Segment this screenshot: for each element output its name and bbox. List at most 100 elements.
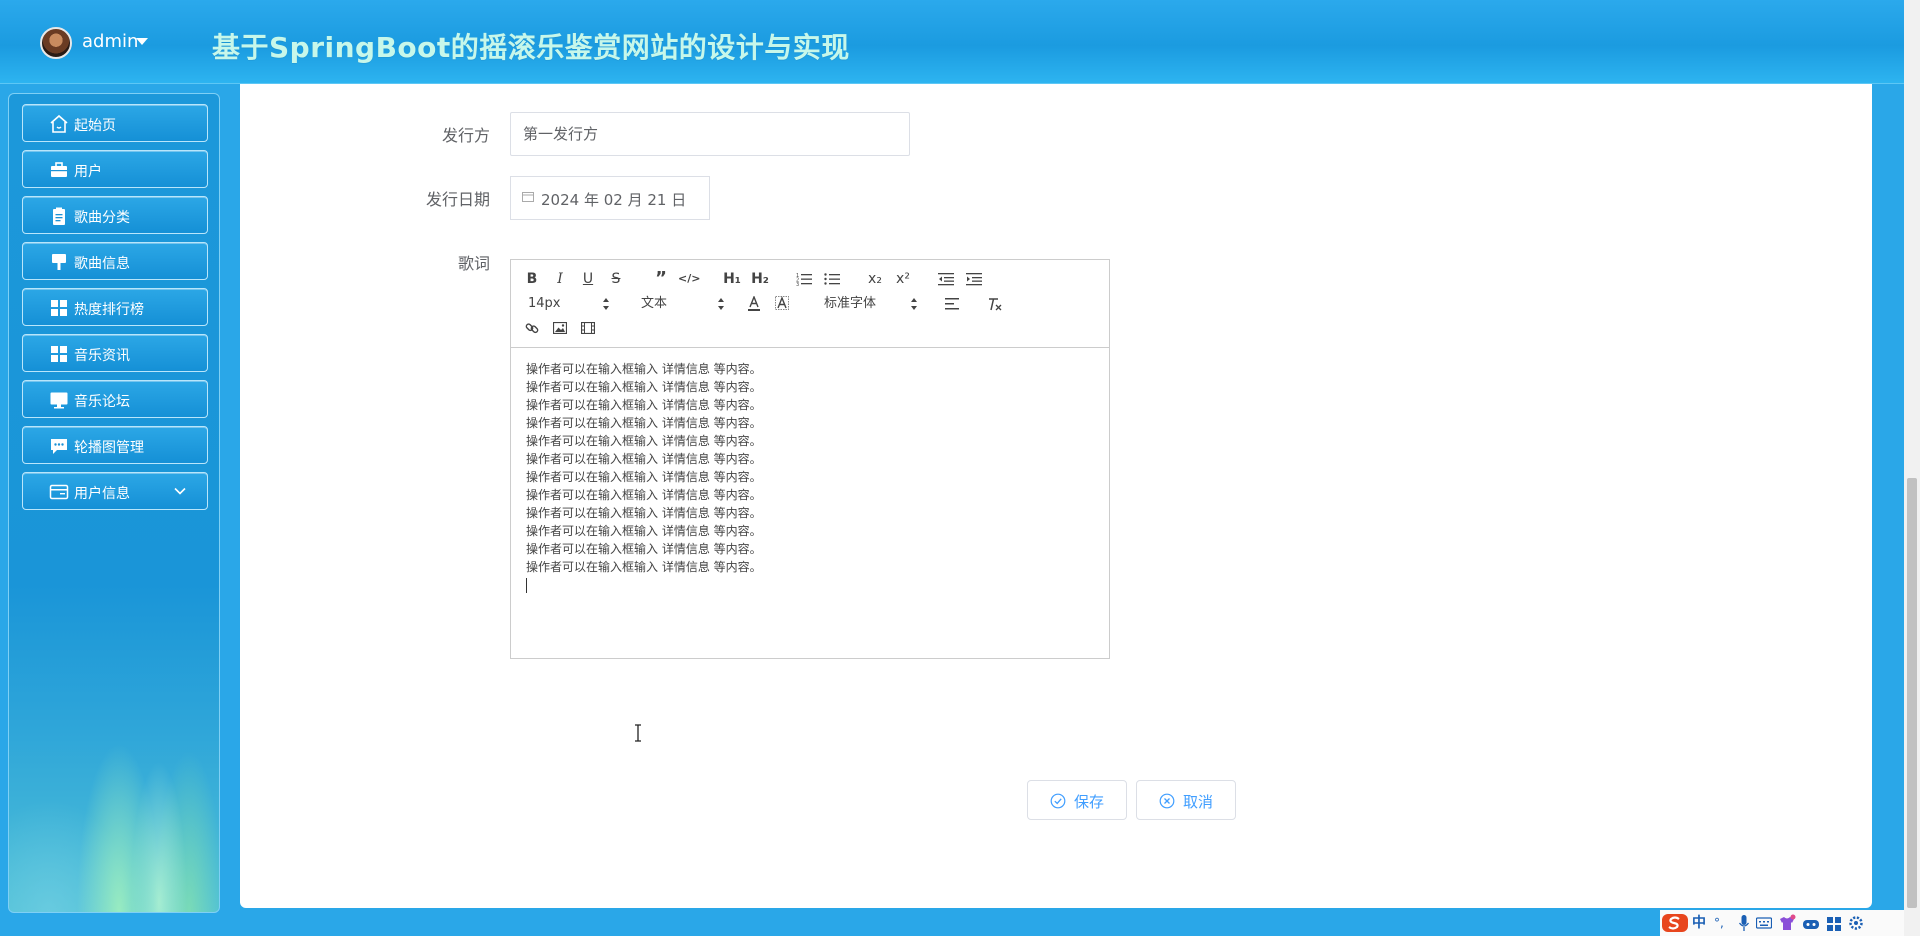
video-icon <box>580 321 596 335</box>
lyrics-label: 歌词 <box>457 254 490 273</box>
sidebar-item-label: 热度排行榜 <box>74 302 144 318</box>
ime-toolbar: 中 °, <box>1660 910 1904 936</box>
strikethrough-button[interactable]: S <box>605 268 627 290</box>
code-block-button[interactable]: </> <box>678 268 700 290</box>
calendar-icon <box>522 192 534 202</box>
font-color-icon <box>748 295 760 311</box>
lyrics-rich-editor: B I U S ” </> H₁ H₂ 123 x₂ x² 14px 文本 标准… <box>510 259 1110 659</box>
sidebar-item-song-category[interactable]: 歌曲分类 <box>22 196 208 234</box>
settings-gear-icon[interactable] <box>1848 914 1864 932</box>
release-date-value: 2024 年 02 月 21 日 <box>541 191 687 209</box>
link-button[interactable] <box>521 317 543 339</box>
blockquote-button[interactable]: ” <box>650 268 672 290</box>
keyboard-icon[interactable] <box>1756 914 1772 932</box>
sidebar-item-music-forum[interactable]: 音乐论坛 <box>22 380 208 418</box>
bullet-list-icon <box>824 273 840 285</box>
select-arrows-icon <box>911 298 917 310</box>
content-line: 操作者可以在输入框输入 详情信息 等内容。 <box>526 398 762 412</box>
app-title: 基于SpringBoot的摇滚乐鉴赏网站的设计与实现 <box>212 31 850 64</box>
content-line: 操作者可以在输入框输入 详情信息 等内容。 <box>526 488 762 502</box>
font-color-button[interactable] <box>743 293 765 315</box>
sidebar-item-label: 轮播图管理 <box>74 440 144 456</box>
sidebar-item-users[interactable]: 用户 <box>22 150 208 188</box>
release-date-input[interactable]: 2024 年 02 月 21 日 <box>510 176 710 220</box>
content-line: 操作者可以在输入框输入 详情信息 等内容。 <box>526 524 762 538</box>
apps-grid-icon[interactable] <box>1826 914 1842 932</box>
clear-format-icon <box>989 298 1002 311</box>
content-line: 操作者可以在输入框输入 详情信息 等内容。 <box>526 542 762 556</box>
cancel-button[interactable]: 取消 <box>1136 780 1236 820</box>
font-size-select[interactable]: 14px <box>528 294 610 314</box>
sidebar-item-label: 歌曲分类 <box>74 210 130 226</box>
superscript-button[interactable]: x² <box>892 268 914 290</box>
editor-content-area[interactable]: 操作者可以在输入框输入 详情信息 等内容。 操作者可以在输入框输入 详情信息 等… <box>526 360 762 593</box>
bold-button[interactable]: B <box>521 268 543 290</box>
bullet-list-button[interactable] <box>821 268 843 290</box>
caret-down-icon[interactable] <box>136 38 148 45</box>
sidebar-item-label: 用户信息 <box>74 486 130 502</box>
heading2-button[interactable]: H₂ <box>749 268 771 290</box>
select-arrows-icon <box>718 298 724 310</box>
select-arrows-icon <box>603 298 609 310</box>
publisher-input[interactable]: 第一发行方 <box>510 112 910 156</box>
save-button[interactable]: 保存 <box>1027 780 1127 820</box>
background-color-button[interactable] <box>771 293 793 315</box>
chevron-down-icon[interactable] <box>173 484 187 498</box>
font-family-value: 标准字体 <box>824 296 877 311</box>
header-format-select[interactable]: 文本 <box>641 294 725 314</box>
sidebar-item-user-info[interactable]: 用户信息 <box>22 472 208 510</box>
ordered-list-button[interactable]: 123 <box>793 268 815 290</box>
sidebar-item-label: 音乐论坛 <box>74 394 130 410</box>
microphone-icon[interactable] <box>1738 914 1750 932</box>
content-line: 操作者可以在输入框输入 详情信息 等内容。 <box>526 470 762 484</box>
heading1-button[interactable]: H₁ <box>721 268 743 290</box>
ordered-list-icon: 123 <box>796 273 812 288</box>
skin-icon[interactable] <box>1778 914 1796 932</box>
outdent-icon <box>938 273 954 286</box>
clear-format-button[interactable] <box>984 293 1006 315</box>
content-line: 操作者可以在输入框输入 详情信息 等内容。 <box>526 506 762 520</box>
grid-icon <box>51 346 67 362</box>
sidebar-item-label: 歌曲信息 <box>74 256 130 272</box>
sidebar: 起始页 用户 歌曲分类 歌曲信息 热度排行榜 音乐资讯 音乐论坛 轮播图管理 用… <box>8 93 220 913</box>
toolbox-icon[interactable] <box>1802 914 1820 932</box>
italic-button[interactable]: I <box>549 268 571 290</box>
text-caret <box>526 578 527 593</box>
underline-button[interactable]: U <box>577 268 599 290</box>
content-line: 操作者可以在输入框输入 详情信息 等内容。 <box>526 434 762 448</box>
page-scrollbar[interactable] <box>1904 0 1920 936</box>
sidebar-item-music-news[interactable]: 音乐资讯 <box>22 334 208 372</box>
sidebar-item-hot-ranking[interactable]: 热度排行榜 <box>22 288 208 326</box>
user-name[interactable]: admin <box>82 31 138 52</box>
text-cursor-icon <box>635 724 641 742</box>
sidebar-item-home[interactable]: 起始页 <box>22 104 208 142</box>
sidebar-item-label: 音乐资讯 <box>74 348 130 364</box>
align-left-icon <box>945 298 959 310</box>
scrollbar-thumb[interactable] <box>1907 478 1917 908</box>
sidebar-item-carousel-manage[interactable]: 轮播图管理 <box>22 426 208 464</box>
ime-chinese-mode[interactable]: 中 <box>1692 914 1706 932</box>
ime-punctuation[interactable]: °, <box>1714 914 1724 932</box>
top-header: admin 基于SpringBoot的摇滚乐鉴赏网站的设计与实现 <box>0 0 1904 84</box>
background-color-icon <box>775 296 789 310</box>
sogou-logo-icon[interactable] <box>1662 914 1688 932</box>
outdent-button[interactable] <box>935 268 957 290</box>
user-avatar[interactable] <box>40 27 72 59</box>
sidebar-decoration <box>9 652 219 912</box>
image-button[interactable] <box>549 317 571 339</box>
clipboard-icon <box>53 207 65 225</box>
sidebar-item-label: 用户 <box>74 164 102 180</box>
indent-button[interactable] <box>963 268 985 290</box>
editor-toolbar: B I U S ” </> H₁ H₂ 123 x₂ x² 14px 文本 标准… <box>511 260 1109 348</box>
subscript-button[interactable]: x₂ <box>864 268 886 290</box>
font-family-select[interactable]: 标准字体 <box>824 294 918 314</box>
release-date-label: 发行日期 <box>425 190 490 209</box>
cancel-button-label: 取消 <box>1183 793 1214 811</box>
sidebar-item-song-info[interactable]: 歌曲信息 <box>22 242 208 280</box>
align-button[interactable] <box>941 293 963 315</box>
content-line: 操作者可以在输入框输入 详情信息 等内容。 <box>526 362 762 376</box>
close-circle-icon <box>1159 793 1175 809</box>
video-button[interactable] <box>577 317 599 339</box>
content-line: 操作者可以在输入框输入 详情信息 等内容。 <box>526 380 762 394</box>
check-circle-icon <box>1050 793 1066 809</box>
